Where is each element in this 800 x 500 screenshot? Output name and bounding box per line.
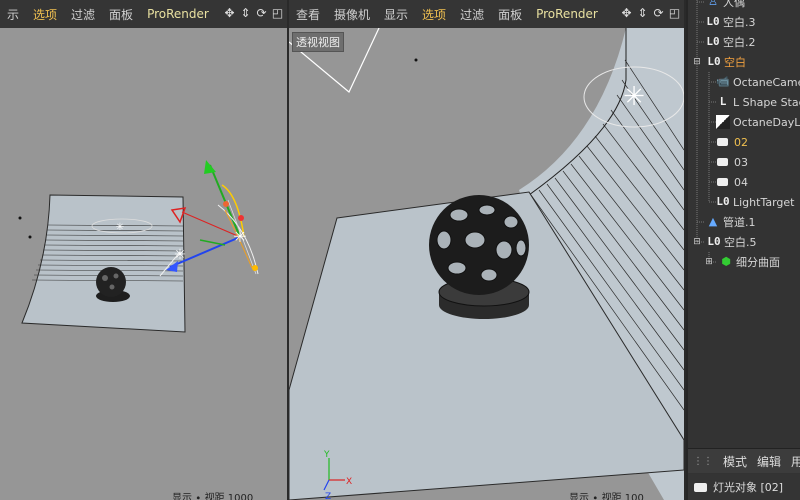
svg-text:✳: ✳ <box>623 82 645 112</box>
tube-icon: ▲ <box>708 215 718 228</box>
tree-item-subdivision[interactable]: ⊞ ⬢ 细分曲面 <box>702 252 780 272</box>
expand-toggle-icon[interactable]: ⊞ <box>702 255 716 269</box>
right-viewport[interactable]: ✳ Y X Z 查看 摄像机 显示 选项 过滤 面板 ProRender ✥ ⇕… <box>289 0 684 500</box>
move-vertical-icon[interactable]: ⇕ <box>238 6 253 21</box>
left-nav-icons: ✥ ⇕ ⟳ ◰ <box>222 6 285 21</box>
left-status-text: 显示 ∙ 视距 1000 <box>172 493 254 500</box>
tree-item-label: OctaneDayLight <box>733 115 800 129</box>
left-menu-item-4[interactable]: ProRender <box>140 7 216 21</box>
light-icon <box>717 158 728 166</box>
light-icon <box>717 138 728 146</box>
tree-item-label: L Shape Stage <box>733 95 800 109</box>
attr-tab-edit[interactable]: 编辑 <box>752 453 786 470</box>
attributes-object-row: 灯光对象 [02] <box>688 474 800 500</box>
figure-icon: ♙ <box>708 0 718 8</box>
rotate-icon[interactable]: ⟳ <box>254 6 269 21</box>
tree-item-label: 02 <box>734 135 748 149</box>
object-manager: ♙ 人偶 L0 空白.3 L0 空白.2 ⊟ L0 空白 📹 OctaneCam… <box>686 0 800 500</box>
null-icon: L0 <box>707 55 721 68</box>
subdivision-icon: ⬢ <box>721 255 731 268</box>
tree-item-light-03[interactable]: 03 <box>716 152 748 172</box>
tree-item-label: 细分曲面 <box>736 256 780 269</box>
svg-text:✳: ✳ <box>174 247 186 263</box>
left-menu-item-2[interactable]: 过滤 <box>64 6 102 23</box>
grip-icon[interactable]: ⋮⋮ <box>688 456 718 467</box>
tree-item-light-02[interactable]: 02 <box>716 132 748 152</box>
right-scene[interactable]: ✳ Y X Z <box>289 28 684 500</box>
collapse-toggle-icon[interactable]: ⊟ <box>690 235 704 249</box>
maximize-icon[interactable]: ◰ <box>270 6 285 21</box>
right-menu-item-6[interactable]: ProRender <box>529 7 605 21</box>
tree-item-figure[interactable]: ♙ 人偶 <box>706 0 745 12</box>
tree-item-label: 空白.2 <box>723 36 756 49</box>
tree-item-label: 空白.5 <box>724 236 757 249</box>
daylight-icon <box>716 115 730 129</box>
tree-item-octane-daylight[interactable]: OctaneDayLight <box>716 112 800 132</box>
null-icon: L0 <box>706 35 720 48</box>
right-status-text: 显示 ∙ 视距 100 <box>569 493 644 500</box>
svg-text:✳: ✳ <box>233 227 246 246</box>
rotate-icon[interactable]: ⟳ <box>651 6 666 21</box>
right-menu-item-3[interactable]: 选项 <box>415 6 453 23</box>
move-vertical-icon[interactable]: ⇕ <box>635 6 650 21</box>
svg-text:X: X <box>346 477 352 487</box>
move-icon[interactable]: ✥ <box>222 6 237 21</box>
svg-text:✳: ✳ <box>116 222 124 233</box>
left-menu-item-1[interactable]: 选项 <box>26 6 64 23</box>
maximize-icon[interactable]: ◰ <box>667 6 682 21</box>
tree-item-label: 04 <box>734 175 748 189</box>
tree-item-tube-1[interactable]: ▲ 管道.1 <box>706 212 756 232</box>
tree-item-l-shape-stage[interactable]: L L Shape Stage <box>716 92 800 112</box>
svg-text:Y: Y <box>323 450 330 460</box>
null-icon: L0 <box>706 15 720 28</box>
null-icon: L <box>719 95 727 108</box>
svg-text:Z: Z <box>325 492 331 500</box>
tree-item-light-04[interactable]: 04 <box>716 172 748 192</box>
light-icon <box>717 178 728 186</box>
tree-item-light-target[interactable]: L0 LightTarget <box>716 192 794 212</box>
camera-icon: 📹 <box>716 75 730 88</box>
left-menu-item-0[interactable]: 示 <box>0 6 26 23</box>
null-icon: L0 <box>707 235 721 248</box>
tree-item-octane-camera[interactable]: 📹 OctaneCamera <box>716 72 800 92</box>
tree-item-label: 03 <box>734 155 748 169</box>
right-menu-item-5[interactable]: 面板 <box>491 6 529 23</box>
collapse-toggle-icon[interactable]: ⊟ <box>690 55 704 69</box>
right-menu-item-2[interactable]: 显示 <box>377 6 415 23</box>
tree-item-label: 空白 <box>724 56 746 69</box>
perspective-view-label: 透视视图 <box>292 32 344 52</box>
attributes-object-label: 灯光对象 [02] <box>713 481 784 494</box>
tree-item-null-5[interactable]: ⊟ L0 空白.5 <box>690 232 757 252</box>
attr-tab-mode[interactable]: 模式 <box>718 453 752 470</box>
tree-item-null-3[interactable]: L0 空白.3 <box>706 12 756 32</box>
tree-item-label: 管道.1 <box>723 216 756 229</box>
left-viewport[interactable]: ✳ ✳ ✳ 示 选项 过滤 面板 ProRender ✥ ⇕ ⟳ ◰ 显示 ∙ … <box>0 0 287 500</box>
right-menu-item-1[interactable]: 摄像机 <box>327 6 377 23</box>
left-menu-item-3[interactable]: 面板 <box>102 6 140 23</box>
right-nav-icons: ✥ ⇕ ⟳ ◰ <box>619 6 682 21</box>
tree-item-null[interactable]: ⊟ L0 空白 <box>690 52 746 72</box>
right-menu-item-4[interactable]: 过滤 <box>453 6 491 23</box>
attributes-header: ⋮⋮ 模式 编辑 用户 <box>688 448 800 473</box>
tree-item-label: LightTarget <box>733 195 795 209</box>
left-scene[interactable]: ✳ ✳ ✳ <box>0 28 287 500</box>
tree-item-label: 空白.3 <box>723 16 756 29</box>
light-icon <box>694 482 707 492</box>
tree-item-label: 人偶 <box>723 0 745 9</box>
attr-tab-user[interactable]: 用户 <box>786 453 800 470</box>
null-icon: L0 <box>716 195 730 208</box>
tree-item-null-2[interactable]: L0 空白.2 <box>706 32 756 52</box>
right-menu-item-0[interactable]: 查看 <box>289 6 327 23</box>
tree-item-label: OctaneCamera <box>733 75 800 89</box>
move-icon[interactable]: ✥ <box>619 6 634 21</box>
